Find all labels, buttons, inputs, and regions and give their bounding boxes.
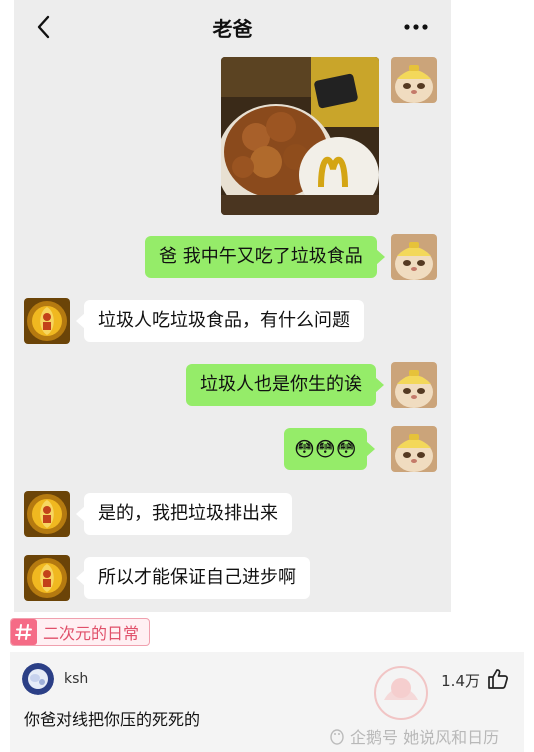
hash-icon <box>11 619 37 645</box>
like-count: 1.4万 <box>441 672 480 690</box>
message-bubble-received: 是的，我把垃圾排出来 <box>76 493 292 535</box>
message-bubble-received: 垃圾人吃垃圾食品，有什么问题 <box>76 300 364 342</box>
shenping-logo <box>374 666 428 720</box>
topic-label: 二次元的日常 <box>43 624 140 643</box>
chat-title: 老爸 <box>212 17 253 41</box>
more-dots-icon[interactable] <box>403 14 429 40</box>
dad-avatar[interactable] <box>24 298 70 344</box>
dad-avatar[interactable] <box>24 555 70 601</box>
commenter-avatar[interactable] <box>22 663 54 695</box>
topic-tag[interactable]: 二次元的日常 <box>10 618 151 646</box>
my-avatar[interactable] <box>391 234 437 280</box>
message-bubble-sent: 垃圾人也是你生的诶 <box>186 364 384 406</box>
message-bubble-emoji: 😳😳😳 <box>284 428 375 470</box>
my-avatar[interactable] <box>391 426 437 472</box>
thumbs-up-icon[interactable] <box>486 667 510 691</box>
chat-header: 老爸 <box>14 0 451 52</box>
my-avatar[interactable] <box>391 362 437 408</box>
commenter-name[interactable]: ksh <box>64 671 88 687</box>
message-bubble-sent: 爸 我中午又吃了垃圾食品 <box>145 236 385 278</box>
penguin-icon <box>330 729 344 745</box>
dad-avatar[interactable] <box>24 491 70 537</box>
my-avatar[interactable] <box>391 57 437 103</box>
message-bubble-received: 所以才能保证自己进步啊 <box>76 557 310 599</box>
chat-photo[interactable] <box>221 57 379 215</box>
comment-text: 你爸对线把你压的死死的 <box>24 710 201 729</box>
chat-screenshot: 老爸 爸 我中午又吃了垃圾食品 垃圾人吃垃圾食品，有什么问题 垃圾人也是你生的诶… <box>14 0 451 612</box>
watermark: 企鹅号 她说风和日历 <box>328 724 499 748</box>
watermark-text: 企鹅号 她说风和日历 <box>350 728 500 747</box>
